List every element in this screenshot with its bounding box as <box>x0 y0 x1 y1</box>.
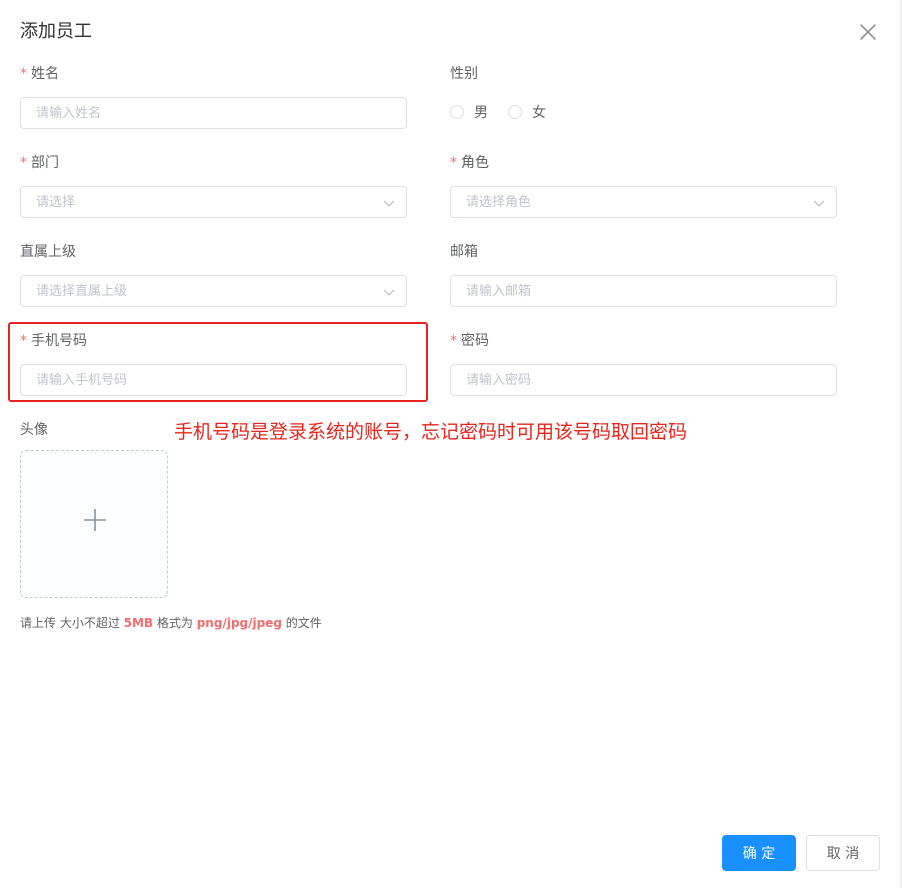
password-input[interactable] <box>451 365 836 395</box>
dialog-title: 添加员工 <box>20 21 92 42</box>
supervisor-label: 直属上级 <box>20 244 76 260</box>
email-input[interactable] <box>451 276 836 306</box>
supervisor-select[interactable] <box>20 275 407 307</box>
upload-tip-formats: png/jpg/jpeg <box>196 616 282 630</box>
add-employee-dialog: 添加员工 *姓名 性别 男 女 *部门 *角色 <box>0 0 902 888</box>
radio-circle <box>508 105 522 119</box>
chevron-down-icon <box>383 289 395 296</box>
name-label-text: 姓名 <box>31 66 59 82</box>
avatar-uploader[interactable] <box>20 450 168 598</box>
department-label: * 部门 <box>20 153 59 173</box>
upload-tip-prefix: 请上传 大小不超过 <box>20 616 124 630</box>
name-input[interactable] <box>21 98 406 128</box>
upload-tip-suffix: 的文件 <box>281 616 322 630</box>
required-mark: * <box>20 333 27 349</box>
department-select-input[interactable] <box>21 187 406 217</box>
gender-radio-male[interactable]: 男 <box>450 102 488 122</box>
role-label-text: 角色 <box>461 155 489 171</box>
gender-radio-female[interactable]: 女 <box>508 102 546 122</box>
required-mark: * <box>450 333 457 349</box>
email-input-wrapper <box>450 275 837 307</box>
close-icon <box>860 24 876 40</box>
close-button[interactable] <box>856 20 880 44</box>
required-mark: * <box>450 155 457 171</box>
phone-input-wrapper <box>20 364 407 396</box>
chevron-down-icon <box>813 200 825 207</box>
role-select[interactable] <box>450 186 837 218</box>
avatar-label: 头像 <box>20 422 48 438</box>
department-label-text: 部门 <box>31 155 59 171</box>
name-label: * 姓名 <box>20 64 59 84</box>
upload-tip-size: 5MB <box>123 616 154 630</box>
upload-tip: 请上传 大小不超过 5MB 格式为 png/jpg/jpeg 的文件 <box>20 615 322 631</box>
gender-radio-group: 男 女 <box>450 102 566 122</box>
required-mark: * <box>20 155 27 171</box>
role-label: * 角色 <box>450 153 489 173</box>
password-label: * 密码 <box>450 331 489 351</box>
phone-input[interactable] <box>21 365 406 395</box>
confirm-button[interactable]: 确 定 <box>722 835 796 871</box>
email-label: 邮箱 <box>450 244 478 260</box>
password-label-text: 密码 <box>461 333 489 349</box>
phone-annotation: 手机号码是登录系统的账号，忘记密码时可用该号码取回密码 <box>174 421 688 443</box>
cancel-button[interactable]: 取 消 <box>806 835 880 871</box>
phone-label: * 手机号码 <box>20 331 87 351</box>
gender-option-label: 女 <box>532 105 546 121</box>
supervisor-select-input[interactable] <box>21 276 406 306</box>
role-select-input[interactable] <box>451 187 836 217</box>
name-input-wrapper <box>20 97 407 129</box>
plus-icon <box>84 509 106 531</box>
password-input-wrapper <box>450 364 837 396</box>
gender-label: 性别 <box>450 66 478 82</box>
gender-option-label: 男 <box>474 105 488 121</box>
phone-label-text: 手机号码 <box>31 333 87 349</box>
chevron-down-icon <box>383 200 395 207</box>
upload-tip-middle: 格式为 <box>153 616 197 630</box>
required-mark: * <box>20 66 27 82</box>
radio-circle <box>450 105 464 119</box>
department-select[interactable] <box>20 186 407 218</box>
